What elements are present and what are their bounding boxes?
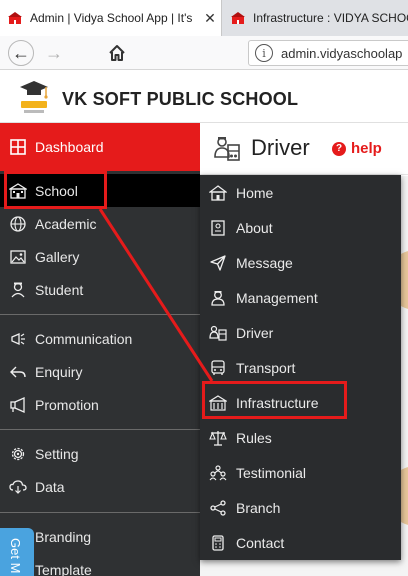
gear-icon	[9, 445, 27, 463]
school-name: VK SOFT PUBLIC SCHOOL	[62, 89, 299, 109]
sidebar-item-setting[interactable]: Setting	[0, 437, 200, 470]
sidebar-divider	[0, 512, 200, 513]
sidebar-item-label: Student	[35, 281, 84, 298]
sidebar-item-label: Template	[35, 561, 92, 576]
sidebar-item-gallery[interactable]: Gallery	[0, 240, 200, 273]
dropdown-item-label: Branch	[236, 499, 281, 516]
dropdown-item-transport[interactable]: Transport	[200, 350, 401, 385]
cloud-icon	[9, 478, 27, 496]
megaphone-icon	[9, 330, 27, 348]
dropdown-item-label: Contact	[236, 534, 285, 551]
dropdown-item-label: Management	[236, 289, 318, 306]
sidebar-item-academic[interactable]: Academic	[0, 207, 200, 240]
send-icon	[209, 254, 227, 272]
announce-icon	[9, 396, 27, 414]
phone-icon	[209, 534, 227, 552]
dropdown-item-label: Testimonial	[236, 464, 307, 481]
info-icon[interactable]: i	[255, 44, 273, 62]
dropdown-item-driver[interactable]: Driver	[200, 315, 401, 350]
sidebar: Dashboard School Academic Gallery Studen…	[0, 123, 200, 576]
sidebar-item-label: Branding	[35, 528, 92, 545]
sidebar-item-label: School	[35, 182, 78, 199]
browser-tabstrip: Admin | Vidya School App | It's ✕ Infras…	[0, 0, 408, 36]
building-icon	[209, 394, 227, 412]
browser-tab-admin[interactable]: Admin | Vidya School App | It's ✕	[0, 0, 222, 36]
get-tab-label: Get M	[8, 538, 23, 574]
globe-icon	[9, 215, 27, 233]
sidebar-item-label: Dashboard	[35, 139, 104, 155]
sidebar-item-dashboard[interactable]: Dashboard	[0, 123, 200, 171]
close-tab-icon[interactable]: ✕	[199, 10, 221, 27]
dropdown-item-infrastructure[interactable]: Infrastructure	[200, 385, 401, 420]
school-logo-icon[interactable]	[18, 79, 50, 117]
help-label: help	[351, 140, 382, 157]
dropdown-item-home[interactable]: Home	[200, 175, 401, 210]
browser-tab-infrastructure[interactable]: Infrastructure : VIDYA SCHOO	[223, 0, 408, 36]
dropdown-item-label: Driver	[236, 324, 274, 341]
dropdown-item-label: Rules	[236, 429, 272, 446]
tab-title: Admin | Vidya School App | It's	[30, 11, 193, 25]
dropdown-item-label: Infrastructure	[236, 394, 319, 411]
student-icon	[9, 281, 27, 299]
question-icon: ?	[332, 141, 346, 156]
tab-title: Infrastructure : VIDYA SCHOO	[253, 11, 408, 25]
share-icon	[209, 499, 227, 517]
get-tab-button[interactable]: Get M	[0, 528, 34, 576]
back-arrow-icon[interactable]: ←	[8, 40, 34, 66]
sidebar-item-label: Data	[35, 478, 65, 495]
sidebar-item-label: Academic	[35, 215, 97, 232]
dropdown-item-branch[interactable]: Branch	[200, 490, 401, 525]
school-favicon-icon	[231, 11, 245, 25]
driver-icon	[209, 324, 227, 342]
sidebar-divider	[0, 314, 200, 315]
sidebar-item-label: Gallery	[35, 248, 80, 265]
sidebar-item-school[interactable]: School	[0, 174, 200, 207]
sidebar-divider	[0, 429, 200, 430]
school-favicon-icon	[8, 11, 22, 25]
dropdown-item-label: Transport	[236, 359, 296, 376]
dropdown-item-label: Message	[236, 254, 293, 271]
image-icon	[9, 248, 27, 266]
browser-navbar: ← → i admin.vidyaschoolap	[0, 36, 408, 70]
scales-icon	[209, 429, 227, 447]
dropdown-item-label: Home	[236, 184, 274, 201]
sidebar-item-label: Setting	[35, 445, 79, 462]
school-dropdown-menu: Home About Message Management Driver Tra…	[200, 175, 401, 560]
bus-icon	[209, 359, 227, 377]
dropdown-item-rules[interactable]: Rules	[200, 420, 401, 455]
sidebar-item-enquiry[interactable]: Enquiry	[0, 355, 200, 388]
driver-icon	[213, 135, 241, 163]
sidebar-item-promotion[interactable]: Promotion	[0, 388, 200, 421]
site-header: VK SOFT PUBLIC SCHOOL	[0, 71, 408, 123]
page-title: Driver	[251, 135, 310, 160]
sidebar-item-label: Enquiry	[35, 363, 83, 380]
dropdown-item-about[interactable]: About	[200, 210, 401, 245]
dropdown-item-label: About	[236, 219, 273, 236]
home-school-icon	[209, 184, 227, 202]
sidebar-item-student[interactable]: Student	[0, 273, 200, 306]
sidebar-item-label: Promotion	[35, 396, 99, 413]
forward-arrow-icon[interactable]: →	[41, 40, 67, 66]
dropdown-item-management[interactable]: Management	[200, 280, 401, 315]
people-icon	[209, 464, 227, 482]
content-header: Driver ? help	[200, 123, 408, 175]
url-text: admin.vidyaschoolap	[281, 45, 403, 61]
dropdown-item-message[interactable]: Message	[200, 245, 401, 280]
sidebar-item-label: Communication	[35, 330, 133, 347]
reply-icon	[9, 363, 27, 381]
sidebar-item-communication[interactable]: Communication	[0, 322, 200, 355]
dropdown-item-testimonial[interactable]: Testimonial	[200, 455, 401, 490]
address-bar[interactable]: i admin.vidyaschoolap	[248, 40, 408, 66]
help-link[interactable]: ? help	[332, 140, 382, 157]
home-icon[interactable]	[104, 40, 130, 66]
document-icon	[209, 219, 227, 237]
manager-icon	[209, 289, 227, 307]
dropdown-item-contact[interactable]: Contact	[200, 525, 401, 560]
school-icon	[9, 182, 27, 200]
sidebar-item-data[interactable]: Data	[0, 470, 200, 503]
dashboard-icon	[9, 138, 27, 156]
